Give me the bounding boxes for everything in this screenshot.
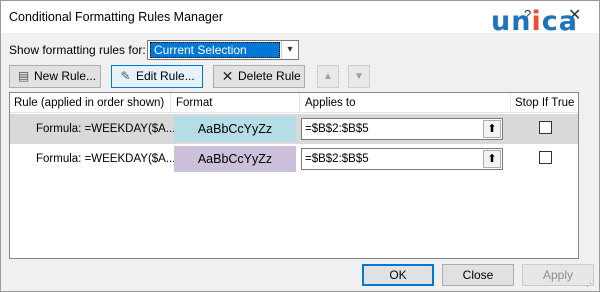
- close-button[interactable]: Close: [442, 264, 514, 286]
- applies-to-value: =$B$2:$B$5: [305, 123, 369, 135]
- stop-if-true-checkbox[interactable]: [539, 121, 552, 134]
- edit-rule-button[interactable]: ✎ Edit Rule...: [111, 65, 203, 88]
- rules-list-header: Rule (applied in order shown) Format App…: [10, 93, 578, 113]
- delete-rule-button[interactable]: ✕ Delete Rule: [213, 65, 305, 88]
- column-header-stop-if-true[interactable]: Stop If True: [515, 97, 574, 109]
- stop-if-true-checkbox[interactable]: [539, 151, 552, 164]
- apply-button[interactable]: Apply: [522, 264, 594, 286]
- column-header-applies-to[interactable]: Applies to: [305, 97, 356, 109]
- show-rules-selected: Current Selection: [150, 42, 280, 58]
- column-header-rule[interactable]: Rule (applied in order shown): [14, 97, 164, 109]
- show-rules-dropdown[interactable]: Current Selection ▾: [147, 40, 299, 60]
- rules-manager-dialog: Conditional Formatting Rules Manager ? ✕…: [0, 0, 600, 292]
- column-divider: [510, 93, 511, 113]
- column-divider: [170, 93, 171, 113]
- new-rule-icon: ▤: [17, 69, 30, 83]
- move-up-button[interactable]: ▲: [317, 65, 339, 88]
- column-divider: [299, 93, 300, 113]
- applies-to-field[interactable]: =$B$2:$B$5 ⬆: [301, 148, 503, 170]
- applies-to-field[interactable]: =$B$2:$B$5 ⬆: [301, 118, 503, 140]
- edit-rule-icon: ✎: [120, 69, 131, 83]
- range-picker-icon[interactable]: ⬆: [483, 150, 501, 168]
- chevron-down-icon[interactable]: ▾: [281, 41, 298, 59]
- delete-icon: ✕: [221, 68, 234, 84]
- delete-rule-label: Delete Rule: [238, 69, 301, 83]
- rules-list: Rule (applied in order shown) Format App…: [9, 92, 579, 259]
- rule-formula: Formula: =WEEKDAY($A...: [36, 123, 176, 135]
- resize-grip-icon[interactable]: ⋰: [586, 278, 596, 288]
- ok-button[interactable]: OK: [362, 264, 434, 286]
- show-rules-label: Show formatting rules for:: [9, 43, 146, 57]
- format-preview: AaBbCcYyZz: [174, 116, 296, 142]
- range-picker-icon[interactable]: ⬆: [483, 120, 501, 138]
- unica-logo: unica: [491, 6, 578, 37]
- format-preview: AaBbCcYyZz: [174, 146, 296, 172]
- rule-formula: Formula: =WEEKDAY($A...: [36, 153, 176, 165]
- column-header-format[interactable]: Format: [176, 97, 212, 109]
- dialog-title: Conditional Formatting Rules Manager: [9, 10, 223, 24]
- new-rule-label: New Rule...: [34, 69, 97, 83]
- move-down-button[interactable]: ▼: [348, 65, 370, 88]
- applies-to-value: =$B$2:$B$5: [305, 153, 369, 165]
- rule-row[interactable]: Formula: =WEEKDAY($A... AaBbCcYyZz =$B$2…: [10, 144, 578, 174]
- edit-rule-label: Edit Rule...: [136, 69, 195, 83]
- new-rule-button[interactable]: ▤ New Rule...: [9, 65, 101, 88]
- rule-row[interactable]: Formula: =WEEKDAY($A... AaBbCcYyZz =$B$2…: [10, 114, 578, 144]
